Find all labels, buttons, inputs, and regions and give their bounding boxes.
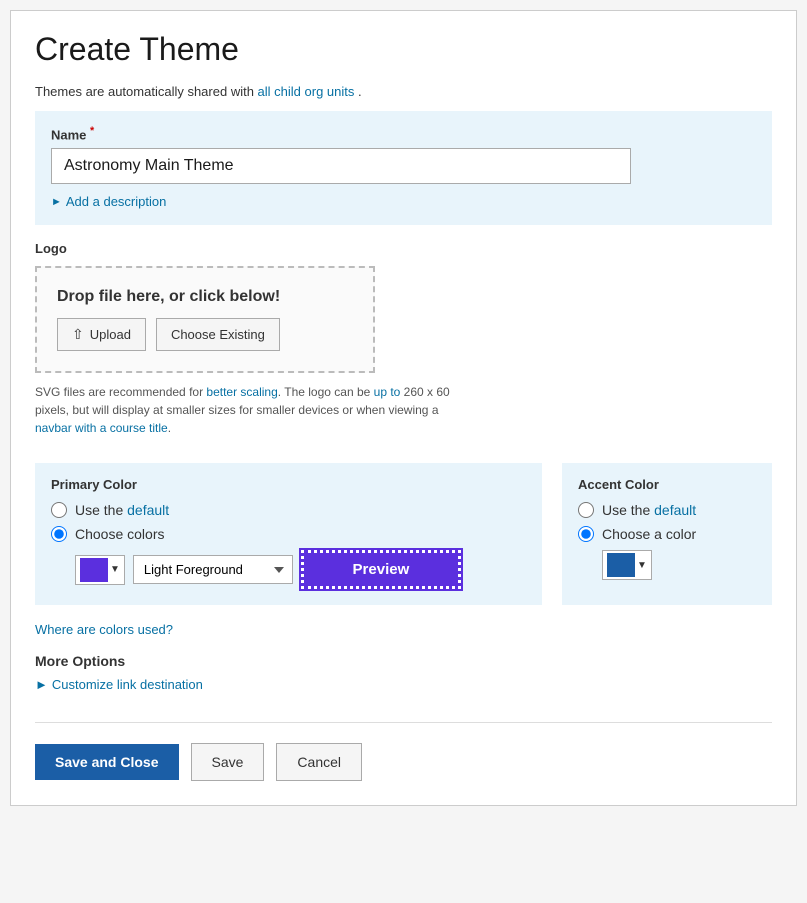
primary-default-radio[interactable] xyxy=(51,502,67,518)
primary-choose-radio[interactable] xyxy=(51,526,67,542)
child-org-link[interactable]: all child org units xyxy=(258,84,355,99)
name-input[interactable] xyxy=(51,148,631,184)
primary-use-default-row[interactable]: Use the default xyxy=(51,502,526,518)
foreground-select[interactable]: Light Foreground Dark Foreground xyxy=(133,555,293,584)
drop-buttons: ⇧ Upload Choose Existing xyxy=(57,318,353,351)
logo-section: Logo Drop file here, or click below! ⇧ U… xyxy=(35,241,772,447)
colors-row: Primary Color Use the default Choose col… xyxy=(35,463,772,605)
where-colors-link[interactable]: Where are colors used? xyxy=(35,622,173,637)
cancel-button[interactable]: Cancel xyxy=(276,743,362,781)
primary-color-section: Primary Color Use the default Choose col… xyxy=(35,463,542,605)
upload-button[interactable]: ⇧ Upload xyxy=(57,318,146,351)
primary-choose-label: Choose colors xyxy=(75,526,165,542)
primary-default-label: Use the default xyxy=(75,502,169,518)
primary-choose-colors-row[interactable]: Choose colors xyxy=(51,526,526,542)
footer-divider xyxy=(35,722,772,723)
name-label: Name * xyxy=(51,125,756,142)
accent-swatch-arrow-icon: ▼ xyxy=(637,560,647,571)
drop-zone[interactable]: Drop file here, or click below! ⇧ Upload… xyxy=(35,266,375,373)
page-container: Create Theme Themes are automatically sh… xyxy=(10,10,797,806)
description-arrow-icon: ► xyxy=(51,196,62,208)
primary-default-link[interactable]: default xyxy=(127,502,169,518)
save-button[interactable]: Save xyxy=(191,743,265,781)
primary-color-title: Primary Color xyxy=(51,477,526,492)
preview-button[interactable]: Preview xyxy=(301,550,461,589)
add-description-link[interactable]: ► Add a description xyxy=(51,194,756,209)
accent-color-title: Accent Color xyxy=(578,477,756,492)
add-description-label: Add a description xyxy=(66,194,166,209)
choose-existing-button[interactable]: Choose Existing xyxy=(156,318,280,351)
accent-default-label: Use the default xyxy=(602,502,696,518)
accent-choose-label: Choose a color xyxy=(602,526,696,542)
customize-arrow-icon: ► xyxy=(35,677,48,692)
logo-label: Logo xyxy=(35,241,772,256)
drop-text: Drop file here, or click below! xyxy=(57,288,353,306)
page-title: Create Theme xyxy=(35,31,772,68)
accent-default-radio[interactable] xyxy=(578,502,594,518)
subtitle-suffix: . xyxy=(358,84,362,99)
name-section: Name * ► Add a description xyxy=(35,111,772,225)
svg-note-link-2[interactable]: up to xyxy=(374,385,401,399)
accent-use-default-row[interactable]: Use the default xyxy=(578,502,756,518)
subtitle: Themes are automatically shared with all… xyxy=(35,84,772,99)
footer-buttons: Save and Close Save Cancel xyxy=(35,743,772,781)
customize-link-label: Customize link destination xyxy=(52,677,203,692)
accent-swatch-button[interactable]: ▼ xyxy=(602,550,652,580)
customize-link[interactable]: ► Customize link destination xyxy=(35,677,772,692)
more-options-title: More Options xyxy=(35,653,772,669)
primary-color-controls: ▼ Light Foreground Dark Foreground Previ… xyxy=(75,550,526,589)
foreground-select-wrapper: Light Foreground Dark Foreground xyxy=(133,555,293,584)
primary-swatch-arrow-icon: ▼ xyxy=(110,564,120,575)
svg-note: SVG files are recommended for better sca… xyxy=(35,383,455,437)
primary-swatch-button[interactable]: ▼ xyxy=(75,555,125,585)
accent-color-swatch xyxy=(607,553,635,577)
subtitle-prefix: Themes are automatically shared with xyxy=(35,84,258,99)
save-close-button[interactable]: Save and Close xyxy=(35,744,179,780)
primary-color-swatch xyxy=(80,558,108,582)
upload-icon: ⇧ xyxy=(72,326,84,343)
accent-color-controls: ▼ xyxy=(602,550,756,580)
accent-default-link[interactable]: default xyxy=(654,502,696,518)
svg-note-link-1[interactable]: better scaling xyxy=(206,385,277,399)
accent-choose-color-row[interactable]: Choose a color xyxy=(578,526,756,542)
more-options-section: More Options ► Customize link destinatio… xyxy=(35,653,772,692)
svg-note-link-3[interactable]: navbar with a course title xyxy=(35,421,168,435)
accent-choose-radio[interactable] xyxy=(578,526,594,542)
accent-color-section: Accent Color Use the default Choose a co… xyxy=(562,463,772,605)
